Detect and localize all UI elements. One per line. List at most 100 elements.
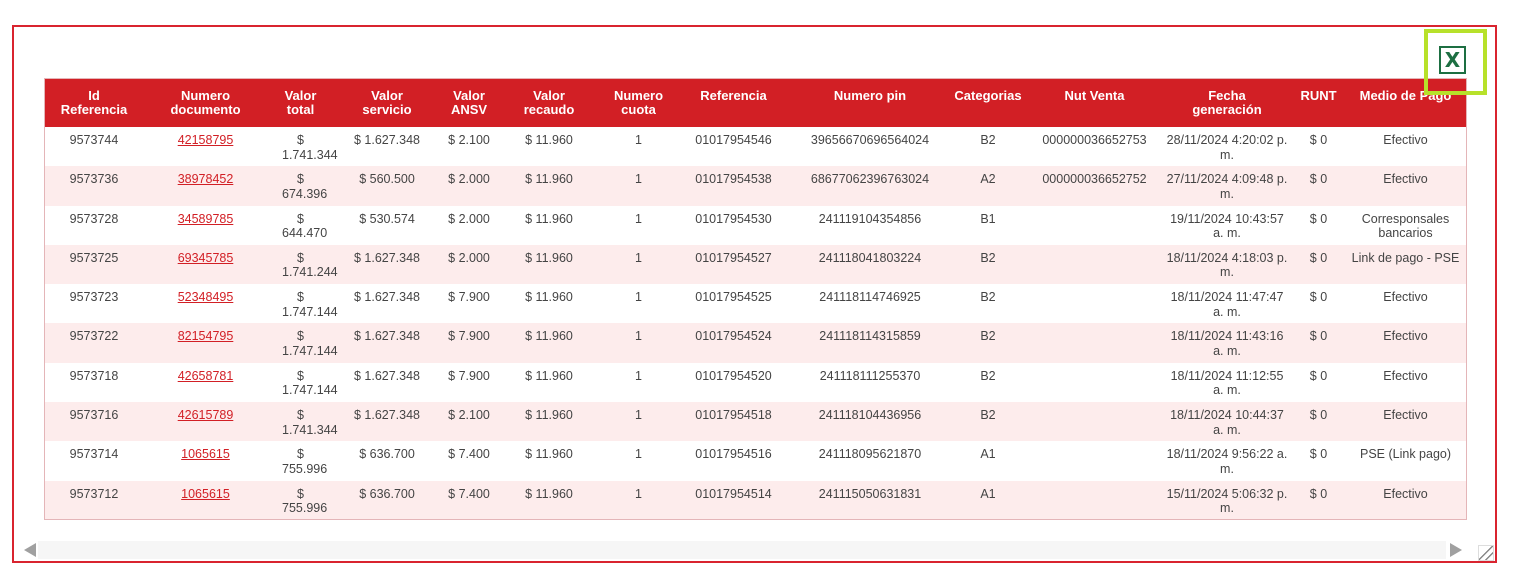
table-cell: $ 0 bbox=[1309, 486, 1328, 501]
table-cell: $ 7.400 bbox=[448, 447, 490, 462]
column-header[interactable]: Categorias bbox=[949, 79, 1027, 127]
table-cell: 1 bbox=[635, 133, 642, 147]
column-header[interactable]: Valor servicio bbox=[333, 79, 441, 127]
table-cell: 9573723 bbox=[69, 290, 119, 305]
document-number-link[interactable]: 34589785 bbox=[178, 212, 234, 226]
table-row[interactable]: 9573744 42158795 $ 1.741.344 $ 1.627.348 $ 2… bbox=[45, 127, 1466, 166]
table-cell: $ 11.960 bbox=[525, 250, 573, 265]
table-cell: $ 0 bbox=[1309, 290, 1328, 305]
column-header[interactable]: Id Referencia bbox=[45, 79, 143, 127]
table-cell: 18/11/2024 11:12:55 a. m. bbox=[1170, 368, 1284, 398]
table-row[interactable]: 9573714 1065615 $ 755.996 $ 636.700 $ 7.400 $… bbox=[45, 441, 1466, 480]
document-number-link[interactable]: 42158795 bbox=[178, 133, 234, 147]
table-cell: 1 bbox=[635, 329, 642, 344]
table-cell: A2 bbox=[980, 172, 996, 187]
table-row[interactable]: 9573723 52348495 $ 1.747.144 $ 1.627.348 $ 7… bbox=[45, 284, 1466, 323]
column-header[interactable]: Numero documento bbox=[143, 79, 268, 127]
column-header[interactable]: Numero cuota bbox=[601, 79, 676, 127]
table-cell: 9573744 bbox=[69, 133, 119, 147]
table-row[interactable]: 9573722 82154795 $ 1.747.144 $ 1.627.348 $ 7… bbox=[45, 323, 1466, 363]
table-cell: 18/11/2024 10:44:37 a. m. bbox=[1170, 408, 1284, 437]
table-cell: 000000036652752 bbox=[1042, 172, 1147, 187]
document-number-link[interactable]: 42658781 bbox=[178, 369, 234, 383]
table-cell: 1 bbox=[635, 447, 642, 462]
table-cell: 18/11/2024 4:18:03 p. m. bbox=[1166, 250, 1288, 280]
column-header[interactable]: Fecha generación bbox=[1162, 79, 1292, 127]
table-cell: 1065615 bbox=[143, 481, 268, 519]
table-cell: $ 2.100 bbox=[448, 408, 490, 423]
table-cell: 1 bbox=[635, 486, 642, 501]
column-header[interactable]: RUNT bbox=[1292, 79, 1345, 127]
table-cell: 1 bbox=[635, 250, 642, 265]
table-cell: Efectivo bbox=[1383, 408, 1428, 423]
table-cell: 18/11/2024 9:56:22 a. m. bbox=[1166, 447, 1288, 476]
table-cell: 34589785 bbox=[143, 206, 268, 245]
table-cell: B1 bbox=[980, 211, 996, 226]
document-number-link[interactable]: 52348495 bbox=[178, 290, 234, 304]
table-cell: $ 0 bbox=[1309, 211, 1328, 226]
table-row[interactable]: 9573712 1065615 $ 755.996 $ 636.700 $ 7.400 $… bbox=[45, 480, 1466, 519]
table-cell: $ 644.470 bbox=[282, 211, 328, 241]
table-cell: $ 1.747.144 bbox=[282, 290, 338, 319]
scroll-left-arrow-icon[interactable] bbox=[24, 543, 36, 557]
table-cell: 27/11/2024 4:09:48 p. m. bbox=[1166, 172, 1288, 201]
table-cell: 241118095621870 bbox=[818, 447, 922, 462]
table-cell: $ 11.960 bbox=[525, 290, 573, 305]
table-cell bbox=[1027, 323, 1162, 362]
table-cell: 9573725 bbox=[69, 250, 119, 265]
table-row[interactable]: 9573728 34589785 $ 644.470 $ 530.574 $ 2.000… bbox=[45, 206, 1466, 245]
table-cell: 1 bbox=[635, 290, 642, 305]
column-header[interactable]: Valor ANSV bbox=[441, 79, 497, 127]
scroll-right-arrow-icon[interactable] bbox=[1450, 543, 1462, 557]
horizontal-scrollbar-track[interactable] bbox=[38, 541, 1446, 559]
table-cell: 1065615 bbox=[143, 441, 268, 480]
column-header[interactable]: Valor recaudo bbox=[497, 79, 601, 127]
table-cell: 01017954530 bbox=[695, 211, 772, 226]
table-cell: B2 bbox=[980, 368, 996, 383]
column-header[interactable]: Nut Venta bbox=[1027, 79, 1162, 127]
table-row[interactable]: 9573736 38978452 $ 674.396 $ 560.500 $ 2.000… bbox=[45, 166, 1466, 206]
table-cell bbox=[1027, 206, 1162, 245]
table-cell: 9573714 bbox=[69, 447, 119, 462]
results-table-container: Id Referencia Numero documento Valor total… bbox=[44, 78, 1467, 520]
document-number-link[interactable]: 42615789 bbox=[178, 408, 234, 422]
excel-export-icon[interactable]: X bbox=[1439, 46, 1466, 74]
table-cell: 9573716 bbox=[69, 408, 119, 423]
document-number-link[interactable]: 38978452 bbox=[178, 172, 234, 186]
table-cell: $ 1.627.348 bbox=[353, 329, 421, 344]
column-header[interactable]: Numero pin bbox=[791, 79, 949, 127]
table-cell: 9573736 bbox=[69, 172, 119, 187]
table-cell: $ 755.996 bbox=[282, 486, 328, 516]
table-cell: $ 1.627.348 bbox=[353, 408, 421, 423]
table-cell: 9573728 bbox=[69, 211, 119, 226]
table-cell: $ 2.000 bbox=[448, 172, 490, 187]
document-number-link[interactable]: 1065615 bbox=[181, 447, 230, 461]
document-number-link[interactable]: 69345785 bbox=[178, 251, 234, 265]
table-cell: 01017954527 bbox=[695, 250, 772, 265]
table-cell: 01017954546 bbox=[695, 133, 772, 147]
table-cell: Efectivo bbox=[1383, 172, 1428, 187]
column-header[interactable]: Valor total bbox=[268, 79, 333, 127]
document-number-link[interactable]: 1065615 bbox=[181, 487, 230, 501]
table-cell: A1 bbox=[980, 447, 996, 462]
table-row[interactable]: 9573725 69345785 $ 1.741.244 $ 1.627.348 $ 2… bbox=[45, 244, 1466, 285]
column-header[interactable]: Referencia bbox=[676, 79, 791, 127]
table-row[interactable]: 9573718 42658781 $ 1.747.144 $ 1.627.348 $ 7… bbox=[45, 363, 1466, 402]
table-cell: $ 0 bbox=[1309, 368, 1328, 383]
table-cell: Efectivo bbox=[1383, 329, 1428, 344]
table-cell: 9573722 bbox=[69, 329, 119, 344]
table-cell: Efectivo bbox=[1383, 486, 1428, 501]
table-cell: 241118114315859 bbox=[819, 329, 921, 344]
table-cell: 1 bbox=[635, 368, 642, 383]
table-cell: $ 636.700 bbox=[359, 447, 415, 462]
table-cell: $ 0 bbox=[1309, 172, 1328, 187]
table-cell: $ 7.900 bbox=[448, 368, 490, 383]
document-number-link[interactable]: 82154795 bbox=[178, 329, 234, 343]
table-cell: $ 1.747.144 bbox=[282, 368, 338, 398]
table-cell bbox=[1027, 363, 1162, 402]
table-cell: 01017954525 bbox=[695, 290, 772, 305]
table-cell: 241115050631831 bbox=[818, 486, 922, 501]
resize-grip-icon[interactable] bbox=[1478, 545, 1494, 561]
table-body: 9573744 42158795 $ 1.741.344 $ 1.627.348 $ 2… bbox=[45, 127, 1466, 519]
table-row[interactable]: 9573716 42615789 $ 1.741.344 $ 1.627.348 $ 2… bbox=[45, 402, 1466, 442]
